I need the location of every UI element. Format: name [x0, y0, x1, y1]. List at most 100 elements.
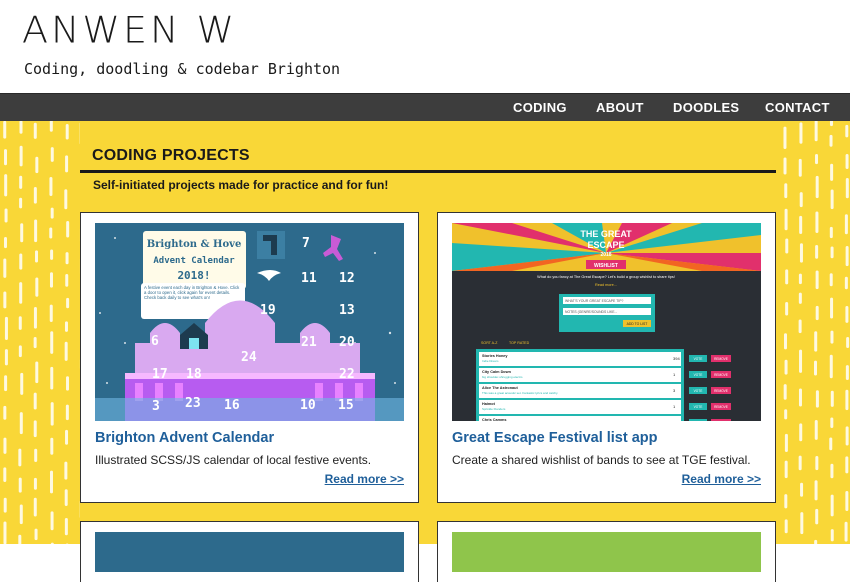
tge-list-row [479, 400, 681, 414]
pattern-dash [65, 429, 69, 445]
pattern-dash [4, 149, 8, 166]
project-card-4 [437, 521, 776, 582]
pattern-dash [18, 477, 22, 493]
pattern-dash [815, 211, 819, 234]
site-logo[interactable]: ANWEN W [22, 9, 237, 51]
advent-heading-1: Brighton & Hove [147, 239, 242, 250]
pattern-dash [20, 372, 24, 395]
pattern-dash [19, 175, 23, 189]
project-title-great-escape[interactable]: Great Escape Festival list app [452, 430, 658, 446]
project-desc-great-escape: Create a shared wishlist of bands to see… [452, 453, 751, 467]
pattern-dash [49, 470, 53, 494]
read-more-great-escape-link[interactable]: Read more >> [682, 472, 761, 486]
pattern-dash [815, 390, 819, 408]
tge-remove-label: REMOVE [714, 405, 728, 409]
project-card-3 [80, 521, 419, 582]
pattern-dash [3, 121, 7, 139]
nav-item-contact[interactable]: CONTACT [765, 100, 830, 115]
pattern-dash [4, 208, 8, 223]
project-title-advent[interactable]: Brighton Advent Calendar [95, 430, 274, 446]
pattern-dash [814, 539, 818, 544]
pattern-dash [64, 321, 68, 332]
pattern-dash [785, 302, 789, 316]
pattern-dash [64, 489, 68, 507]
pattern-dash [799, 423, 803, 442]
pattern-dash [33, 307, 37, 329]
pattern-dash [798, 455, 802, 471]
great-escape-thumbnail[interactable]: THE GREAT ESCAPE 2018 WISHLIST What do y… [452, 223, 761, 421]
day-3: 3 [152, 399, 160, 414]
project-3-thumbnail[interactable] [95, 532, 404, 572]
pattern-dash [815, 270, 819, 290]
pattern-dash [844, 214, 848, 235]
nav-item-doodles[interactable]: DOODLES [673, 100, 739, 115]
day-19: 19 [260, 303, 276, 318]
pattern-dash [18, 448, 22, 467]
pattern-dash [785, 269, 789, 285]
pattern-dash [784, 433, 788, 452]
tge-row-name: Alice The Astronaut [482, 386, 518, 390]
nav-item-coding[interactable]: CODING [513, 100, 567, 115]
pattern-dash [799, 192, 803, 208]
coding-projects-section: CODING PROJECTS Self-initiated projects … [80, 121, 776, 582]
pattern-dash [50, 402, 54, 426]
read-more-advent-link[interactable]: Read more >> [325, 472, 404, 486]
pattern-dash [65, 273, 69, 287]
pattern-dash [18, 345, 22, 358]
pattern-dash [814, 331, 818, 352]
pattern-dash [798, 273, 802, 285]
pattern-dash [20, 223, 24, 243]
pattern-dash [799, 122, 803, 144]
pattern-dash [18, 534, 22, 544]
pattern-dash [844, 276, 848, 290]
tge-input-tip: WHAT'S YOUR GREAT ESCAPE TIP? [565, 299, 623, 303]
pattern-dash [49, 227, 53, 239]
tge-remove-label: REMOVE [714, 357, 728, 361]
project-4-thumbnail[interactable] [452, 532, 761, 572]
tge-vote-label: VOTE [694, 389, 703, 393]
pattern-dash [50, 147, 54, 162]
tge-row-votes: 394 [673, 356, 680, 361]
pattern-dash [800, 512, 804, 535]
pattern-dash [813, 360, 817, 376]
day-18: 18 [186, 367, 202, 382]
pattern-dash [34, 448, 38, 462]
advent-heading-2: Advent Calendar [153, 256, 235, 266]
pattern-dash [64, 518, 68, 536]
pattern-dash [35, 277, 39, 297]
pattern-dash [33, 392, 37, 410]
advent-calendar-thumbnail[interactable]: Brighton & Hove Advent Calendar 2018! A … [95, 223, 404, 421]
pattern-dash [66, 376, 70, 391]
pattern-dash [830, 246, 834, 259]
tge-sort: SORT A-Z [481, 341, 498, 345]
pattern-dash [3, 237, 7, 249]
pattern-dash [66, 297, 70, 309]
tge-row-name: Haimot [482, 402, 496, 406]
tge-read-more: Read more... [595, 283, 617, 287]
nav-item-about[interactable]: ABOUT [596, 100, 644, 115]
pattern-dash [19, 121, 23, 134]
pattern-dash [19, 253, 23, 270]
pattern-dash [34, 528, 38, 541]
day-11: 11 [301, 271, 317, 286]
tge-row-note: big shoulder-shrugging electro [482, 375, 523, 379]
pattern-dash [3, 405, 7, 420]
project-card-great-escape: THE GREAT ESCAPE 2018 WISHLIST What do y… [437, 212, 776, 503]
pattern-dash [815, 175, 819, 199]
pattern-dash [49, 121, 53, 132]
pattern-dash [798, 158, 802, 177]
tge-remove-label: REMOVE [714, 373, 728, 377]
project-card-advent: Brighton & Hove Advent Calendar 2018! A … [80, 212, 419, 503]
pattern-dash [50, 437, 54, 455]
tge-list-row [479, 352, 681, 366]
pattern-dash [783, 126, 787, 149]
tge-top-rated: TOP RATED [509, 341, 530, 345]
day-23: 23 [185, 396, 201, 411]
pattern-dash [799, 215, 803, 234]
pattern-dash [49, 272, 53, 288]
pattern-dash [19, 197, 23, 209]
pattern-dash [783, 384, 787, 400]
pattern-dash [845, 365, 849, 381]
pattern-dash [830, 417, 834, 429]
tge-badge: WISHLIST [594, 263, 618, 269]
